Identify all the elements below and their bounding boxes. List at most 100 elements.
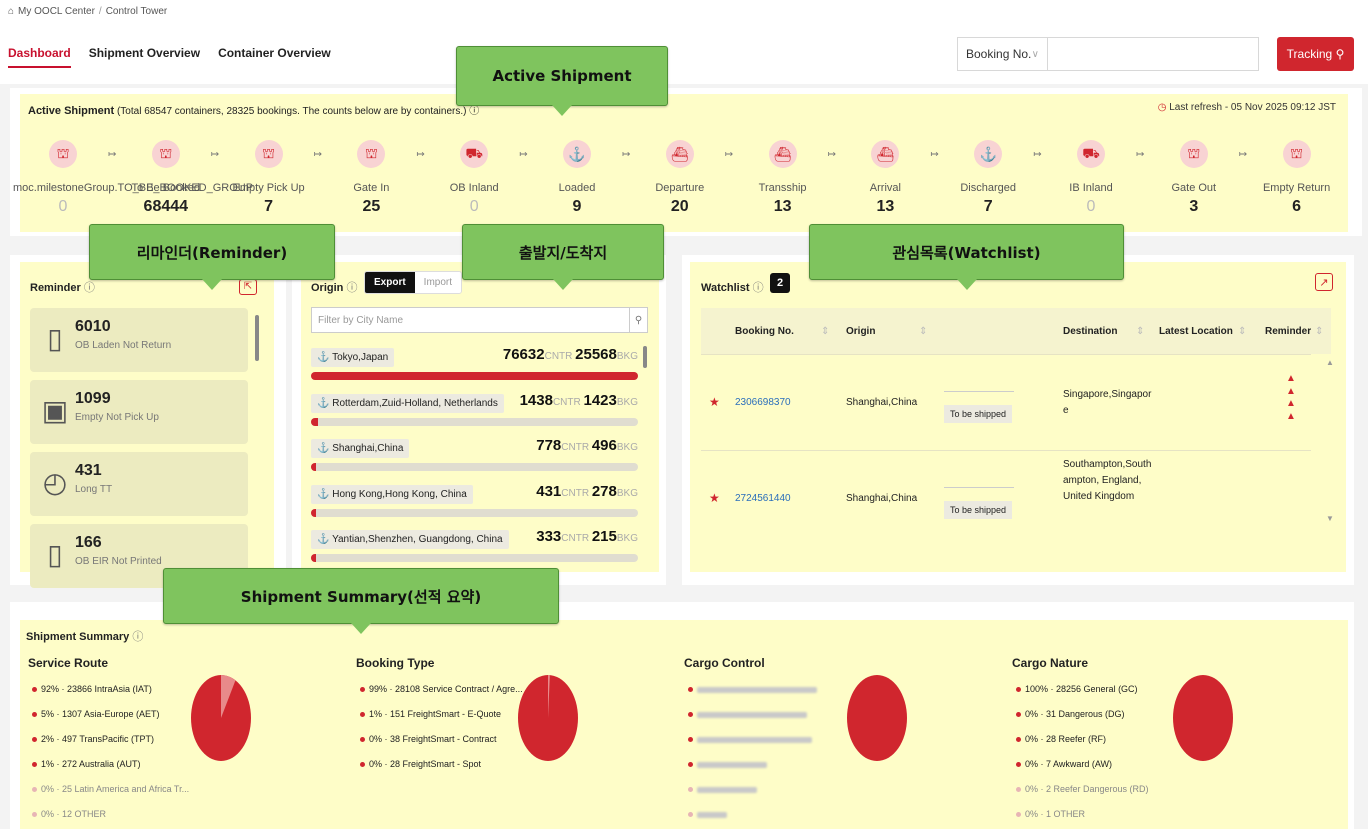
summary-legend-item[interactable]: 0% · 12 OTHER	[32, 809, 106, 819]
summary-legend-item[interactable]	[688, 784, 757, 794]
reminder-scrollbar[interactable]	[255, 315, 259, 361]
watchlist-scroll-arrows[interactable]: ▲	[1326, 358, 1334, 367]
milestone-count[interactable]: 0	[424, 198, 524, 216]
tab-shipment-overview[interactable]: Shipment Overview	[89, 46, 200, 68]
milestone-stage[interactable]: ⛫ Empty Pick Up 7	[219, 140, 319, 216]
summary-legend-item[interactable]: 100% · 28256 General (GC)	[1016, 684, 1138, 694]
summary-legend-item[interactable]: 1% · 272 Australia (AUT)	[32, 759, 141, 769]
milestone-count[interactable]: 9	[527, 198, 627, 216]
milestone-count[interactable]: 13	[733, 198, 833, 216]
reminder-item[interactable]: ▣ 1099 Empty Not Pick Up	[30, 380, 248, 444]
milestone-count[interactable]: 68444	[116, 198, 216, 216]
sort-icon[interactable]: ⇕	[1136, 326, 1144, 337]
summary-legend-item[interactable]: 1% · 151 FreightSmart - E-Quote	[360, 709, 501, 719]
milestone-count[interactable]: 7	[938, 198, 1038, 216]
pie-slice-main[interactable]	[1173, 675, 1233, 761]
summary-legend-item[interactable]: 2% · 497 TransPacific (TPT)	[32, 734, 154, 744]
reminder-item[interactable]: ▯ 6010 OB Laden Not Return	[30, 308, 248, 372]
booking-link[interactable]: 2306698370	[735, 397, 791, 408]
summary-pie-chart[interactable]	[1172, 674, 1234, 762]
home-icon[interactable]: ⌂	[8, 6, 14, 17]
summary-legend-item[interactable]: 0% · 28 Reefer (RF)	[1016, 734, 1106, 744]
open-external-icon[interactable]: ↗	[1315, 273, 1333, 291]
summary-legend-item[interactable]: 0% · 7 Awkward (AW)	[1016, 759, 1112, 769]
milestone-stage[interactable]: ⛴ Transship 13	[733, 140, 833, 216]
summary-legend-item[interactable]: 92% · 23866 IntraAsia (IAT)	[32, 684, 152, 694]
info-icon[interactable]: ⓘ	[469, 106, 479, 117]
tab-dashboard[interactable]: Dashboard	[8, 46, 71, 68]
milestone-stage[interactable]: ⚓ Discharged 7	[938, 140, 1038, 216]
milestone-stage[interactable]: ⛫ Empty Return 6	[1247, 140, 1347, 216]
info-icon[interactable]: ⓘ	[132, 631, 143, 643]
summary-legend-item[interactable]: 0% · 2 Reefer Dangerous (RD)	[1016, 784, 1149, 794]
tracking-button[interactable]: Tracking ⚲	[1277, 37, 1354, 71]
summary-pie-chart[interactable]	[517, 674, 579, 762]
sort-icon[interactable]: ⇕	[1315, 326, 1323, 337]
milestone-stage[interactable]: ⛫ To Be Booked 68444	[116, 140, 216, 216]
milestone-count[interactable]: 6	[1247, 198, 1347, 216]
watchlist-row[interactable]: ★ 2724561440 Shanghai,China To be shipped So…	[701, 450, 1311, 543]
tab-container-overview[interactable]: Container Overview	[218, 46, 331, 68]
summary-legend-item[interactable]	[688, 809, 727, 819]
milestone-stage[interactable]: ⛫ Gate In 25	[321, 140, 421, 216]
summary-legend-item[interactable]	[688, 759, 767, 769]
milestone-count[interactable]: 0	[1041, 198, 1141, 216]
pie-slice-main[interactable]	[847, 675, 907, 761]
milestone-stage[interactable]: ⛴ Arrival 13	[835, 140, 935, 216]
col-booking-no[interactable]: Booking No.	[735, 326, 794, 337]
sort-icon[interactable]: ⇕	[821, 326, 829, 337]
origin-row[interactable]: ⚓ Tokyo,Japan 76632CNTR 25568BKG	[311, 344, 638, 384]
breadcrumb-home[interactable]: My OOCL Center	[18, 6, 95, 17]
summary-legend-item[interactable]: 99% · 28108 Service Contract / Agre...	[360, 684, 523, 694]
milestone-count[interactable]: 0	[13, 198, 113, 216]
city-filter-input[interactable]: Filter by City Name ⚲	[311, 307, 648, 333]
star-icon[interactable]: ★	[709, 491, 720, 505]
export-toggle[interactable]: Export	[365, 272, 415, 293]
sort-icon[interactable]: ⇕	[919, 326, 927, 337]
col-destination[interactable]: Destination	[1063, 326, 1117, 337]
summary-legend-item[interactable]: 5% · 1307 Asia-Europe (AET)	[32, 709, 160, 719]
milestone-count[interactable]: 7	[219, 198, 319, 216]
milestone-stage[interactable]: ⚓ Loaded 9	[527, 140, 627, 216]
col-latest-location[interactable]: Latest Location	[1159, 326, 1233, 337]
info-icon[interactable]: ⓘ	[753, 282, 764, 294]
reminder-item[interactable]: ◴ 431 Long TT	[30, 452, 248, 516]
col-reminder[interactable]: Reminder	[1265, 326, 1311, 337]
milestone-stage[interactable]: ⛟ OB Inland 0	[424, 140, 524, 216]
milestone-stage[interactable]: ⛫ Gate Out 3	[1144, 140, 1244, 216]
milestone-count[interactable]: 13	[835, 198, 935, 216]
info-icon[interactable]: ⓘ	[346, 282, 357, 294]
watchlist-scroll-arrows[interactable]: ▼	[1326, 514, 1334, 523]
milestone-count[interactable]: 20	[630, 198, 730, 216]
info-icon[interactable]: ⓘ	[84, 282, 95, 294]
import-toggle[interactable]: Import	[414, 272, 462, 293]
summary-legend-item[interactable]: 0% · 31 Dangerous (DG)	[1016, 709, 1125, 719]
watchlist-row[interactable]: ★ 2306698370 Shanghai,China To be shipped Si…	[701, 354, 1311, 447]
milestone-stage[interactable]: ⛟ IB Inland 0	[1041, 140, 1141, 216]
search-icon[interactable]: ⚲	[629, 308, 647, 332]
origin-row[interactable]: ⚓ Rotterdam,Zuid-Holland, Netherlands 143…	[311, 390, 638, 430]
milestone-stage[interactable]: ⛴ Departure 20	[630, 140, 730, 216]
summary-legend-item[interactable]: 0% · 38 FreightSmart - Contract	[360, 734, 497, 744]
milestone-count[interactable]: 25	[321, 198, 421, 216]
summary-legend-item[interactable]: 0% · 1 OTHER	[1016, 809, 1085, 819]
origin-scrollbar[interactable]	[643, 346, 647, 368]
origin-row[interactable]: ⚓ Yantian,Shenzhen, Guangdong, China 333C…	[311, 526, 638, 566]
summary-legend-item[interactable]	[688, 734, 812, 744]
milestone-count[interactable]: 3	[1144, 198, 1244, 216]
booking-link[interactable]: 2724561440	[735, 493, 791, 504]
reminder-expand-icon[interactable]: ⇱	[239, 279, 257, 295]
origin-row[interactable]: ⚓ Hong Kong,Hong Kong, China 431CNTR 278B…	[311, 481, 638, 521]
summary-legend-item[interactable]	[688, 684, 817, 694]
sort-icon[interactable]: ⇕	[1238, 326, 1246, 337]
col-origin[interactable]: Origin	[846, 326, 875, 337]
summary-pie-chart[interactable]	[846, 674, 908, 762]
summary-legend-item[interactable]: 0% · 25 Latin America and Africa Tr...	[32, 784, 189, 794]
search-input[interactable]	[1048, 38, 1258, 70]
origin-row[interactable]: ⚓ Shanghai,China 778CNTR 496BKG	[311, 435, 638, 475]
summary-legend-item[interactable]	[688, 709, 807, 719]
search-type-select[interactable]: Booking No. ∨	[958, 38, 1048, 70]
star-icon[interactable]: ★	[709, 395, 720, 409]
summary-legend-item[interactable]: 0% · 28 FreightSmart - Spot	[360, 759, 481, 769]
summary-pie-chart[interactable]	[190, 674, 252, 762]
